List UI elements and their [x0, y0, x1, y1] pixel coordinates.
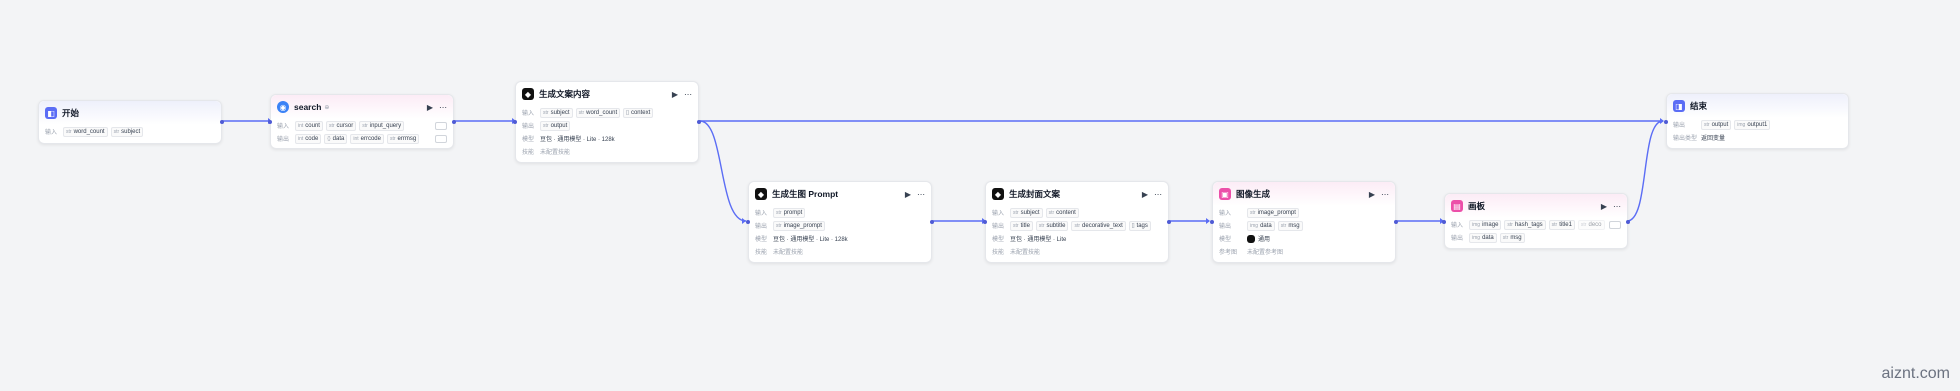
workflow-canvas[interactable]: ◧ 开始 输入 str word_count str subject ◉ searc… [0, 0, 1960, 391]
node-title: 画板 [1468, 201, 1486, 211]
node-title: 开始 [62, 108, 80, 118]
model-name: 豆包 · 通用模型 · Lite · 128k [540, 137, 615, 143]
globe-icon: ◉ [277, 101, 289, 113]
output-port[interactable] [930, 220, 934, 224]
output-port[interactable] [452, 120, 456, 124]
more-icon[interactable]: ⋯ [1381, 190, 1389, 199]
output-row: 输出 int code {} data int errcode str errmsg [271, 132, 453, 145]
node-title: 图像生成 [1236, 189, 1271, 199]
node-gen-content[interactable]: ◆ 生成文案内容 ▶ ⋯ 输入 str subject str word_count… [513, 81, 701, 163]
skill-row: 技能 未配置技能 [992, 250, 1041, 256]
output-port[interactable] [1394, 220, 1398, 224]
node-image-gen[interactable]: ▣ 图像生成 ▶ ⋯ 输入 str image_prompt 输出 img data… [1210, 181, 1398, 263]
llm-icon: ◆ [992, 188, 1004, 200]
input-port[interactable] [268, 120, 272, 124]
run-icon[interactable]: ▶ [427, 103, 433, 112]
reference-row: 参考图 未配置参考图 [1219, 250, 1284, 256]
output-port[interactable] [220, 120, 224, 124]
edge-canvas-end [1626, 120, 1664, 222]
node-title: 生成文案内容 [539, 89, 591, 99]
output-row: 输出 img data str msg [1445, 231, 1627, 244]
output-row: 输出 str output img output1 [1667, 118, 1848, 131]
model-row: 模型 豆包 · 通用模型 · Lite · 128k [516, 132, 698, 145]
var-chip: str subject [110, 126, 144, 137]
skill-row: 技能 未配置技能 [755, 250, 804, 256]
input-row: 输入 str subject str content [986, 206, 1168, 219]
model-row: 模型 通用 [1213, 232, 1395, 245]
node-title: 生成生图 Prompt [772, 189, 839, 199]
node-title: 生成封面文案 [1009, 189, 1061, 199]
more-icon[interactable]: ⋯ [917, 190, 925, 199]
model-row: 模型 豆包 · 通用模型 · Lite [992, 237, 1067, 243]
expand-toggle[interactable] [435, 134, 447, 143]
run-icon[interactable]: ▶ [905, 190, 911, 199]
input-row: 输入 str image_prompt [1213, 206, 1395, 219]
input-row: 输入 str subject str word_count [] context [516, 106, 698, 119]
node-search-header: ◉ search ⊕ ▶ ⋯ [271, 95, 453, 119]
input-row: 输入 str word_count str subject [39, 125, 221, 138]
output-row: 输出 str image_prompt [749, 219, 931, 232]
output-row: 输出 str output [516, 119, 698, 132]
node-end[interactable]: ◨ 结束 输出 str output img output1 输出类型 返回变量 [1664, 93, 1849, 149]
expand-toggle[interactable] [435, 121, 447, 130]
skill-row: 技能 未配置技能 [522, 150, 571, 156]
input-port[interactable] [983, 220, 987, 224]
output-port[interactable] [697, 120, 701, 124]
node-search[interactable]: ◉ search ⊕ ▶ ⋯ 输入 int count str cursor str… [268, 94, 456, 149]
input-row: 输入 str prompt [749, 206, 931, 219]
output-type-row: 输出类型 返回变量 [1673, 136, 1726, 142]
node-title: search [294, 102, 322, 112]
input-port[interactable] [1442, 220, 1446, 224]
input-port[interactable] [1210, 220, 1214, 224]
edge-content-prompt [699, 120, 747, 222]
node-start-header: ◧ 开始 [39, 101, 221, 125]
output-port[interactable] [1626, 220, 1630, 224]
run-icon[interactable]: ▶ [1601, 202, 1607, 211]
output-row: 输出 img data str msg [1213, 219, 1395, 232]
var-chip: str word_count [63, 126, 108, 137]
input-row: 输入 img image str hash_tags str title1 str de… [1445, 218, 1627, 231]
run-icon[interactable]: ▶ [1142, 190, 1148, 199]
run-icon[interactable]: ▶ [1369, 190, 1375, 199]
end-icon: ◨ [1673, 100, 1685, 112]
input-port[interactable] [1664, 120, 1668, 124]
node-gen-prompt[interactable]: ◆ 生成生图 Prompt ▶ ⋯ 输入 str prompt 输出 str ima… [746, 181, 934, 263]
connection-lines [221, 118, 1664, 224]
more-icon[interactable]: ⋯ [1613, 202, 1621, 211]
run-icon[interactable]: ▶ [672, 90, 678, 99]
expand-toggle[interactable] [1609, 220, 1621, 229]
node-header: ◆ 生成文案内容 ▶ ⋯ [516, 82, 698, 106]
llm-icon: ◆ [522, 88, 534, 100]
node-gen-cover[interactable]: ◆ 生成封面文案 ▶ ⋯ 输入 str subject str content 输出… [983, 181, 1171, 263]
model-thumbnail-icon [1247, 234, 1255, 243]
more-icon[interactable]: ⋯ [439, 103, 447, 112]
more-icon[interactable]: ⋯ [1154, 190, 1162, 199]
input-port[interactable] [746, 220, 750, 224]
more-icon[interactable]: ⋯ [684, 90, 692, 99]
output-row: 输出 str title str subtitle str decorative_te… [986, 219, 1168, 232]
node-start[interactable]: ◧ 开始 输入 str word_count str subject [38, 100, 224, 144]
canvas-icon: ▤ [1451, 200, 1463, 212]
start-icon: ◧ [45, 107, 57, 119]
output-port[interactable] [1167, 220, 1171, 224]
llm-icon: ◆ [755, 188, 767, 200]
model-row: 模型 豆包 · 通用模型 · Lite · 128k [755, 237, 848, 243]
input-row: 输入 int count str cursor str input_query [271, 119, 453, 132]
node-title: 结束 [1690, 101, 1708, 111]
input-port[interactable] [513, 120, 517, 124]
watermark: aiznt.com [1881, 365, 1950, 382]
image-icon: ▣ [1219, 188, 1231, 200]
plugin-icon: ⊕ [324, 104, 330, 111]
node-canvas[interactable]: ▤ 画板 ▶ ⋯ 输入 img image str hash_tags str tit… [1442, 193, 1630, 249]
